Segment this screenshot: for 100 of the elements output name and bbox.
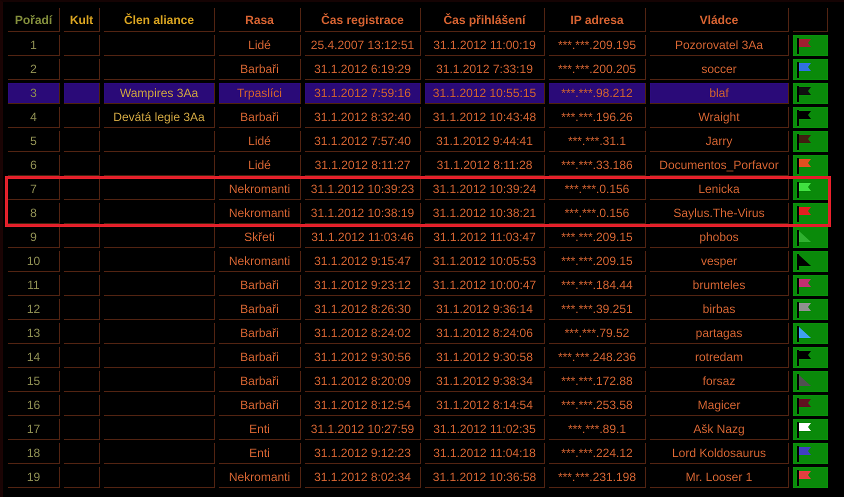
registration-time-cell: 31.1.2012 10:27:59	[305, 419, 421, 440]
empty-header-cell	[793, 8, 828, 32]
empty-cell	[64, 299, 100, 320]
rank-cell: 14	[8, 347, 60, 368]
race-cell: Skřeti	[219, 227, 301, 248]
login-time-cell: 31.1.2012 9:38:34	[425, 371, 545, 392]
empty-cell	[64, 419, 100, 440]
ruler-cell: forsaz	[650, 371, 789, 392]
registration-time-cell: 31.1.2012 8:20:09	[305, 371, 421, 392]
ruler-cell: Mr. Looser 1	[650, 467, 789, 488]
race-cell: Lidé	[219, 35, 301, 56]
rank-cell: 16	[8, 395, 60, 416]
registration-time-cell: 31.1.2012 9:12:23	[305, 443, 421, 464]
ip-address-cell: ***.***.209.15	[549, 251, 646, 272]
registration-time-cell: 31.1.2012 9:30:56	[305, 347, 421, 368]
empty-cell	[64, 323, 100, 344]
ip-address-cell: ***.***.196.26	[549, 107, 646, 128]
login-time-cell: 31.1.2012 7:33:19	[425, 59, 545, 80]
login-time-cell: 31.1.2012 8:11:28	[425, 155, 545, 176]
empty-cell	[64, 83, 100, 104]
rank-cell: 18	[8, 443, 60, 464]
ip-address-cell: ***.***.231.198	[549, 467, 646, 488]
registration-time-cell: 31.1.2012 8:26:30	[305, 299, 421, 320]
rank-cell: 3	[8, 83, 60, 104]
alliance-cell: Devátá legie 3Aa	[104, 107, 215, 128]
registration-time-cell: 31.1.2012 8:24:02	[305, 323, 421, 344]
rank-cell: 8	[8, 203, 60, 224]
ip-address-cell: ***.***.184.44	[549, 275, 646, 296]
empty-cell	[64, 251, 100, 272]
login-time-cell: 31.1.2012 9:44:41	[425, 131, 545, 152]
race-cell: Barbaři	[219, 395, 301, 416]
ip-address-cell: ***.***.89.1	[549, 419, 646, 440]
column-header: Čas přihlášení	[425, 8, 545, 32]
empty-cell	[64, 347, 100, 368]
race-cell: Nekromanti	[219, 203, 301, 224]
race-cell: Barbaři	[219, 107, 301, 128]
race-cell: Barbaři	[219, 59, 301, 80]
ruler-cell: Magicer	[650, 395, 789, 416]
ruler-cell: birbas	[650, 299, 789, 320]
login-time-cell: 31.1.2012 10:39:24	[425, 179, 545, 200]
ip-address-cell: ***.***.200.205	[549, 59, 646, 80]
ruler-cell: Jarry	[650, 131, 789, 152]
login-time-cell: 31.1.2012 11:02:35	[425, 419, 545, 440]
ruler-cell: Lenicka	[650, 179, 789, 200]
ruler-cell: Saylus.The-Virus	[650, 203, 789, 224]
ruler-cell: Lord Koldosaurus	[650, 443, 789, 464]
ip-address-cell: ***.***.0.156	[549, 203, 646, 224]
ip-address-cell: ***.***.224.12	[549, 443, 646, 464]
empty-cell	[64, 35, 100, 56]
login-time-cell: 31.1.2012 10:55:15	[425, 83, 545, 104]
login-time-cell: 31.1.2012 8:14:54	[425, 395, 545, 416]
login-time-cell: 31.1.2012 11:04:18	[425, 443, 545, 464]
race-cell: Lidé	[219, 155, 301, 176]
race-cell: Lidé	[219, 131, 301, 152]
column-header: Rasa	[219, 8, 301, 32]
empty-cell	[64, 443, 100, 464]
ip-address-cell: ***.***.39.251	[549, 299, 646, 320]
ip-address-cell: ***.***.209.15	[549, 227, 646, 248]
column-header: Kult	[64, 8, 100, 32]
race-cell: Barbaři	[219, 371, 301, 392]
registration-time-cell: 31.1.2012 10:39:23	[305, 179, 421, 200]
registration-time-cell: 31.1.2012 9:15:47	[305, 251, 421, 272]
rank-cell: 5	[8, 131, 60, 152]
race-cell: Nekromanti	[219, 467, 301, 488]
rank-cell: 10	[8, 251, 60, 272]
registration-time-cell: 31.1.2012 10:38:19	[305, 203, 421, 224]
empty-cell	[64, 395, 100, 416]
empty-cell	[64, 131, 100, 152]
race-cell: Barbaři	[219, 275, 301, 296]
rank-cell: 13	[8, 323, 60, 344]
rank-cell: 12	[8, 299, 60, 320]
ruler-cell: blaf	[650, 83, 789, 104]
empty-cell	[64, 203, 100, 224]
empty-cell	[64, 107, 100, 128]
login-time-cell: 31.1.2012 10:00:47	[425, 275, 545, 296]
ruler-cell: vesper	[650, 251, 789, 272]
login-time-cell: 31.1.2012 10:43:48	[425, 107, 545, 128]
race-cell: Barbaři	[219, 299, 301, 320]
ip-address-cell: ***.***.98.212	[549, 83, 646, 104]
registration-time-cell: 31.1.2012 11:03:46	[305, 227, 421, 248]
empty-cell	[64, 371, 100, 392]
race-cell: Enti	[219, 443, 301, 464]
ip-address-cell: ***.***.79.52	[549, 323, 646, 344]
ip-address-cell: ***.***.31.1	[549, 131, 646, 152]
login-time-cell: 31.1.2012 11:03:47	[425, 227, 545, 248]
empty-cell	[64, 59, 100, 80]
login-time-cell: 31.1.2012 10:05:53	[425, 251, 545, 272]
ruler-cell: soccer	[650, 59, 789, 80]
login-time-cell: 31.1.2012 8:24:06	[425, 323, 545, 344]
login-time-cell: 31.1.2012 9:36:14	[425, 299, 545, 320]
rank-cell: 6	[8, 155, 60, 176]
empty-cell	[64, 227, 100, 248]
registration-time-cell: 31.1.2012 9:23:12	[305, 275, 421, 296]
rank-cell: 9	[8, 227, 60, 248]
column-header: Pořadí	[8, 8, 60, 32]
ruler-cell: Pozorovatel 3Aa	[650, 35, 789, 56]
ruler-cell: phobos	[650, 227, 789, 248]
race-cell: Trpaslíci	[219, 83, 301, 104]
rank-cell: 19	[8, 467, 60, 488]
race-cell: Barbaři	[219, 323, 301, 344]
